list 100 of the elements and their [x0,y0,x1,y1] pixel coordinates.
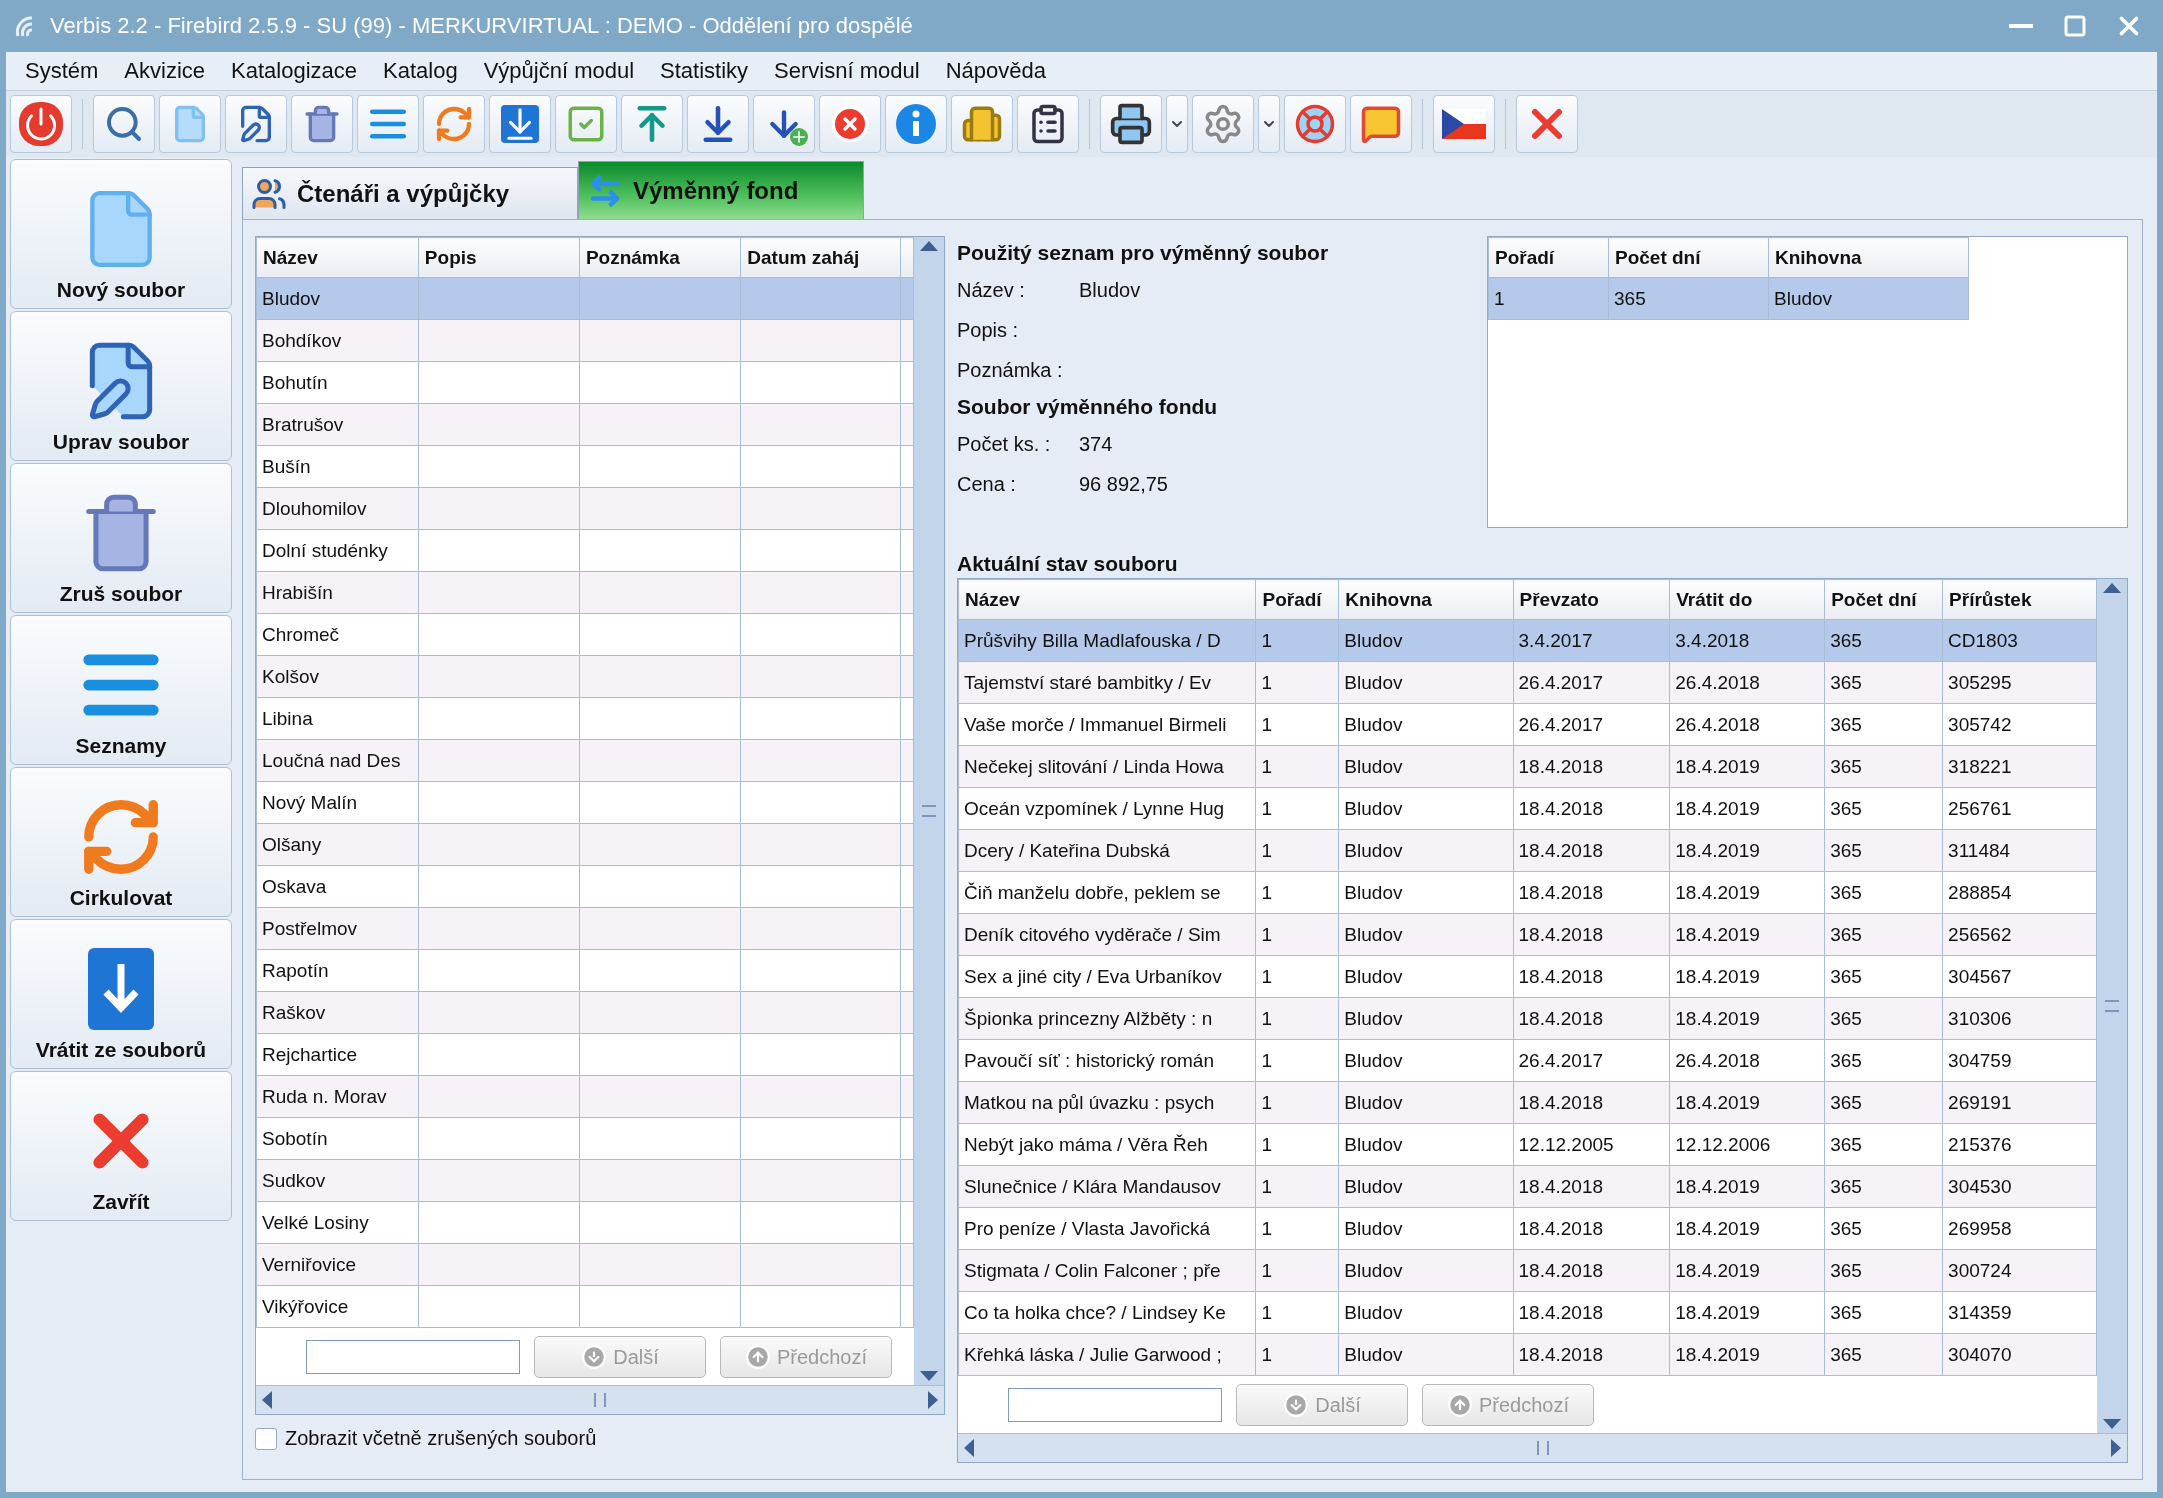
column-header[interactable]: Knihovna [1338,579,1514,620]
table-row[interactable]: Slunečnice / Klára Mandausov 1 Bludov 18.4.2018 18.4.2019 365 304530 [958,1165,2097,1208]
menu-item[interactable]: Systém [12,58,112,84]
chat-button[interactable] [1350,95,1412,153]
menu-item[interactable]: Nápověda [932,58,1059,84]
column-header[interactable]: Pořadí [1256,579,1339,620]
table-row[interactable]: Tajemství staré bambitky / Ev 1 Bludov 26.4.2017 26.4.2018 365 305295 [958,661,2097,704]
table-row[interactable]: Vaše morče / Immanuel Birmeli 1 Bludov 26.4.2017 26.4.2018 365 305742 [958,703,2097,746]
table-row[interactable]: Matkou na půl úvazku : psych 1 Bludov 18.4.2018 18.4.2019 365 269191 [958,1081,2097,1124]
clipboard-button[interactable] [1017,95,1079,153]
table-row[interactable]: Raškov [256,991,914,1034]
table-row[interactable]: Kolšov [256,655,914,698]
table-row[interactable]: Bratrušov [256,403,914,446]
horizontal-scrollbar[interactable] [256,1385,944,1414]
download-button[interactable] [687,95,749,153]
column-header[interactable]: Název [256,237,419,278]
table-row[interactable]: Sudkov [256,1159,914,1202]
search-field[interactable] [1008,1388,1222,1422]
column-header[interactable]: Vrátit do [1669,579,1825,620]
return-button[interactable] [489,95,551,153]
tab[interactable]: Čtenáři a výpůjčky [242,167,578,219]
column-header[interactable]: Počet dní [1824,579,1943,620]
dropdown-button[interactable] [1258,95,1280,153]
table-row[interactable]: Olšany [256,823,914,866]
vertical-scrollbar[interactable] [2097,579,2127,1433]
column-header[interactable]: Převzato [1513,579,1670,620]
table-row[interactable]: Oskava [256,865,914,908]
table-row[interactable]: Ruda n. Morav [256,1075,914,1118]
table-row[interactable]: Rapotín [256,949,914,992]
column-header[interactable]: Datum zaháj [740,237,901,278]
table-row[interactable]: Rejchartice [256,1033,914,1076]
table-row[interactable]: Hrabišín [256,571,914,614]
table-row[interactable]: Pavoučí síť : historický román 1 Bludov 26.4.2017 26.4.2018 365 304759 [958,1039,2097,1082]
refresh-button[interactable] [423,95,485,153]
table-row[interactable]: Libina [256,697,914,740]
menu-item[interactable]: Katalogizace [218,58,371,84]
table-row[interactable]: Stigmata / Colin Falconer ; pře 1 Bludov 18.4.2018 18.4.2019 365 300724 [958,1249,2097,1292]
language-button[interactable] [1433,95,1495,153]
menu-item[interactable]: Servisní modul [761,58,933,84]
table-row[interactable]: Chromeč [256,613,914,656]
table-row[interactable]: Verniřovice [256,1243,914,1286]
column-header[interactable]: Pořadí [1488,237,1609,278]
tab[interactable]: Výměnný fond [578,161,864,219]
table-row[interactable]: Bohutín [256,361,914,404]
table-row[interactable]: Deník citového vyděrače / Sim 1 Bludov 18.4.2018 18.4.2019 365 256562 [958,913,2097,956]
building-button[interactable] [951,95,1013,153]
sidebar-button[interactable]: Cirkulovat [10,767,232,917]
sidebar-button[interactable]: Vrátit ze souborů [10,919,232,1069]
table-row[interactable]: Pro peníze / Vlasta Javořická 1 Bludov 18.4.2018 18.4.2019 365 269958 [958,1207,2097,1250]
help-button[interactable] [1284,95,1346,153]
vertical-scrollbar[interactable] [914,237,944,1385]
table-row[interactable]: Loučná nad Des [256,739,914,782]
column-header[interactable]: Popis [418,237,580,278]
column-header[interactable]: Přírůstek [1942,579,2097,620]
remove-button[interactable] [819,95,881,153]
check-button[interactable] [555,95,617,153]
table-row[interactable]: 1 365 Bludov [1488,277,1969,320]
table-row[interactable]: Velké Losiny [256,1201,914,1244]
table-row[interactable]: Vikýřovice [256,1285,914,1328]
table-row[interactable]: Dcery / Kateřina Dubská 1 Bludov 18.4.2018 18.4.2019 365 311484 [958,829,2097,872]
upload-button[interactable] [621,95,683,153]
edit-button[interactable] [225,95,287,153]
exit-button[interactable] [1516,95,1578,153]
table-row[interactable]: Nebýt jako máma / Věra Řeh 1 Bludov 12.12.2005 12.12.2006 365 215376 [958,1123,2097,1166]
sidebar-button[interactable]: Nový soubor [10,159,232,309]
add-download-button[interactable] [753,95,815,153]
table-row[interactable]: Nečekej slitování / Linda Howa 1 Bludov 18.4.2018 18.4.2019 365 318221 [958,745,2097,788]
menu-item[interactable]: Statistiky [647,58,762,84]
sidebar-button[interactable]: Seznamy [10,615,232,765]
table-row[interactable]: Postřelmov [256,907,914,950]
column-header[interactable]: Poznámka [579,237,741,278]
dropdown-button[interactable] [1166,95,1188,153]
table-row[interactable]: Dlouhomilov [256,487,914,530]
search-field[interactable] [306,1340,520,1374]
table-row[interactable]: Bušín [256,445,914,488]
horizontal-scrollbar[interactable] [958,1433,2127,1462]
print-button[interactable] [1100,95,1162,153]
settings-button[interactable] [1192,95,1254,153]
table-row[interactable]: Dolní studénky [256,529,914,572]
list-button[interactable] [357,95,419,153]
menu-item[interactable]: Akvizice [111,58,219,84]
power-button[interactable] [10,95,72,153]
menu-item[interactable]: Výpůjční modul [470,58,648,84]
table-row[interactable]: Sex a jiné city / Eva Urbaníkov 1 Bludov 18.4.2018 18.4.2019 365 304567 [958,955,2097,998]
table-row[interactable]: Špionka princezny Alžběty : n 1 Bludov 18.4.2018 18.4.2019 365 310306 [958,997,2097,1040]
table-row[interactable]: Nový Malín [256,781,914,824]
column-header[interactable]: Počet dní [1608,237,1769,278]
checkbox[interactable] [255,1427,277,1450]
delete-button[interactable] [291,95,353,153]
info-button[interactable] [885,95,947,153]
sidebar-button[interactable]: Uprav soubor [10,311,232,461]
table-row[interactable]: Bludov [256,277,914,320]
column-header[interactable]: Knihovna [1768,237,1969,278]
table-row[interactable]: Čiň manželu dobře, peklem se 1 Bludov 18.4.2018 18.4.2019 365 288854 [958,871,2097,914]
table-row[interactable]: Sobotín [256,1117,914,1160]
menu-item[interactable]: Katalog [370,58,471,84]
sidebar-button[interactable]: Zavřít [10,1071,232,1221]
table-row[interactable]: Co ta holka chce? / Lindsey Ke 1 Bludov 18.4.2018 18.4.2019 365 314359 [958,1291,2097,1334]
search-button[interactable] [93,95,155,153]
table-row[interactable]: Bohdíkov [256,319,914,362]
